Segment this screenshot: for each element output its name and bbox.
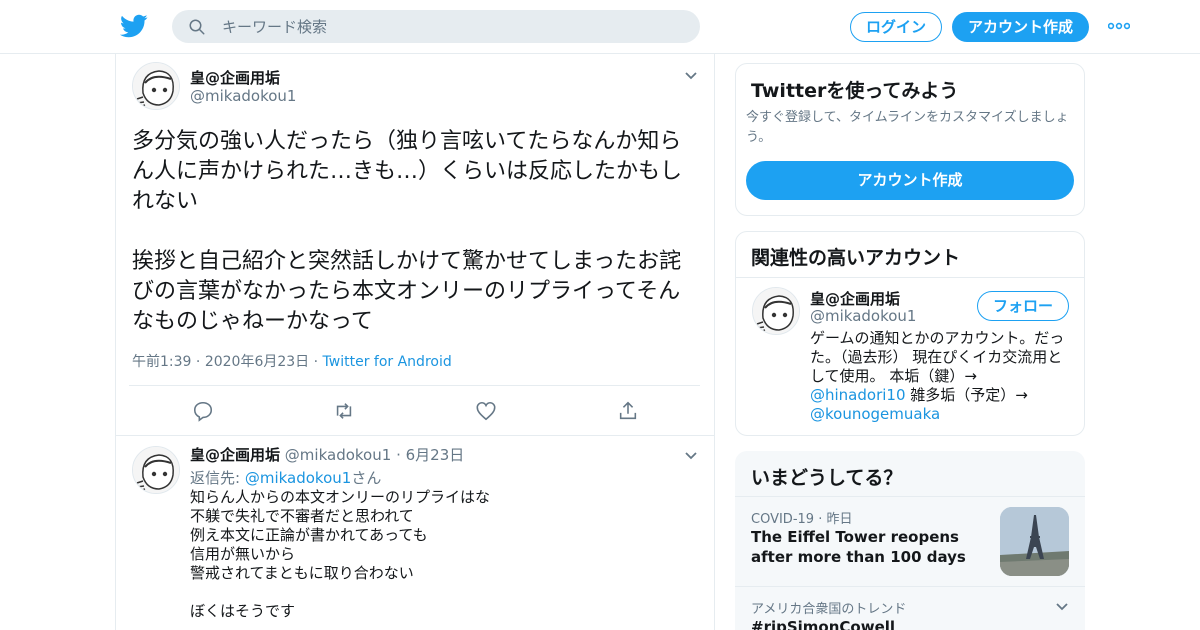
reply-header: 皇@企画用垢 @mikadokou1 · 6月23日 (190, 444, 464, 465)
follow-button[interactable]: フォロー (977, 291, 1069, 321)
author-name[interactable]: 皇@企画用垢 (190, 67, 280, 88)
reply-author-handle[interactable]: @mikadokou1 (285, 446, 391, 464)
tweet-time[interactable]: 午前1:39 (132, 354, 191, 370)
tweet-meta: 午前1:39 · 2020年6月23日 · Twitter for Androi… (132, 351, 452, 371)
meta-separator: · (396, 446, 406, 464)
trend-meta: COVID-19 · 昨日 (751, 508, 852, 527)
avatar[interactable] (132, 62, 180, 110)
reply-to-suffix: さん (351, 469, 382, 487)
reply-date[interactable]: 6月23日 (406, 446, 465, 464)
meta-separator: · (313, 354, 323, 370)
avatar[interactable] (752, 287, 800, 335)
search-box[interactable] (172, 10, 700, 43)
trend-thumbnail[interactable] (1000, 507, 1069, 576)
trend-category: アメリカ合衆国のトレンド (751, 602, 907, 617)
search-input[interactable] (222, 10, 682, 43)
related-account-handle[interactable]: @mikadokou1 (810, 307, 916, 325)
divider (735, 496, 1085, 497)
avatar[interactable] (132, 446, 180, 494)
avatar-illustration (133, 447, 179, 493)
signup-card-title: Twitterを使ってみよう (751, 80, 959, 102)
chevron-down-icon[interactable] (684, 71, 698, 81)
related-account-bio: ゲームの通知とかのアカウント。だった。（過去形） 現在ぴくイカ交流用として使用。… (810, 329, 1072, 424)
trends-title: いまどうしてる？ (751, 467, 903, 489)
tweet-column: 皇@企画用垢 @mikadokou1 多分気の強い人だったら（独り言呟いてたらな… (115, 54, 715, 630)
retweet-icon[interactable] (333, 400, 355, 422)
divider (735, 586, 1085, 587)
author-handle[interactable]: @mikadokou1 (190, 87, 296, 105)
tweet-date[interactable]: 2020年6月23日 (205, 354, 309, 370)
signup-card: Twitterを使ってみよう 今すぐ登録して、タイムラインをカスタマイズしましょ… (735, 63, 1085, 216)
signup-card-button[interactable]: アカウント作成 (746, 161, 1074, 200)
bio-text: ゲームの通知とかのアカウント。だった。（過去形） 現在ぴくイカ交流用として使用。… (810, 329, 1065, 385)
trends-card: いまどうしてる？ COVID-19 · 昨日 The Eiffel Tower … (735, 451, 1085, 630)
trend-time: 昨日 (826, 512, 853, 527)
signup-card-subtitle: 今すぐ登録して、タイムラインをカスタマイズしましょう。 (746, 110, 1069, 145)
related-account-name[interactable]: 皇@企画用垢 (810, 288, 900, 309)
eiffel-tower-image (1000, 507, 1069, 576)
chevron-down-icon[interactable] (1055, 602, 1069, 612)
avatar-illustration (753, 288, 799, 334)
more-dots-icon[interactable] (1108, 18, 1130, 34)
related-accounts-card: 関連性の高いアカウント 皇@企画用垢 @mikadokou1 フォロー ゲームの… (735, 231, 1085, 436)
bio-mention-link[interactable]: @hinadori10 (810, 386, 906, 404)
search-icon (189, 19, 205, 35)
meta-separator: · (195, 354, 205, 370)
bio-mention-link[interactable]: @kounogemuaka (810, 405, 940, 423)
reply-to-line: 返信先: @mikadokou1さん (190, 467, 381, 488)
reply-text: 知らん人からの本文オンリーのリプライはな 不躾で失礼で不審者だと思われて 例え本… (190, 488, 491, 620)
divider (736, 277, 1084, 278)
trend-category: COVID-19 (751, 512, 815, 527)
chevron-down-icon[interactable] (684, 451, 698, 461)
trend-title[interactable]: #ripSimonCowell (751, 617, 991, 630)
tweet-source-link[interactable]: Twitter for Android (323, 354, 452, 370)
divider (129, 385, 700, 386)
avatar-illustration (133, 63, 179, 109)
reply-icon[interactable] (192, 400, 214, 422)
reply-to-prefix: 返信先: (190, 469, 245, 487)
trend-title[interactable]: The Eiffel Tower reopens after more than… (751, 527, 991, 567)
tweet-text: 多分気の強い人だったら（独り言呟いてたらなんか知らん人に声かけられた…きも…）く… (132, 129, 683, 334)
signup-button[interactable]: アカウント作成 (952, 12, 1089, 42)
twitter-bird-icon[interactable] (120, 12, 148, 40)
related-card-title: 関連性の高いアカウント (751, 247, 961, 269)
reply-to-link[interactable]: @mikadokou1 (245, 469, 351, 487)
reply-author-name[interactable]: 皇@企画用垢 (190, 446, 280, 464)
share-icon[interactable] (617, 400, 639, 422)
bio-text: 雑多垢（予定）→ (905, 386, 1028, 404)
top-bar: ログイン アカウント作成 (0, 0, 1200, 54)
divider (116, 435, 714, 436)
login-button[interactable]: ログイン (850, 12, 942, 42)
like-icon[interactable] (475, 400, 497, 422)
